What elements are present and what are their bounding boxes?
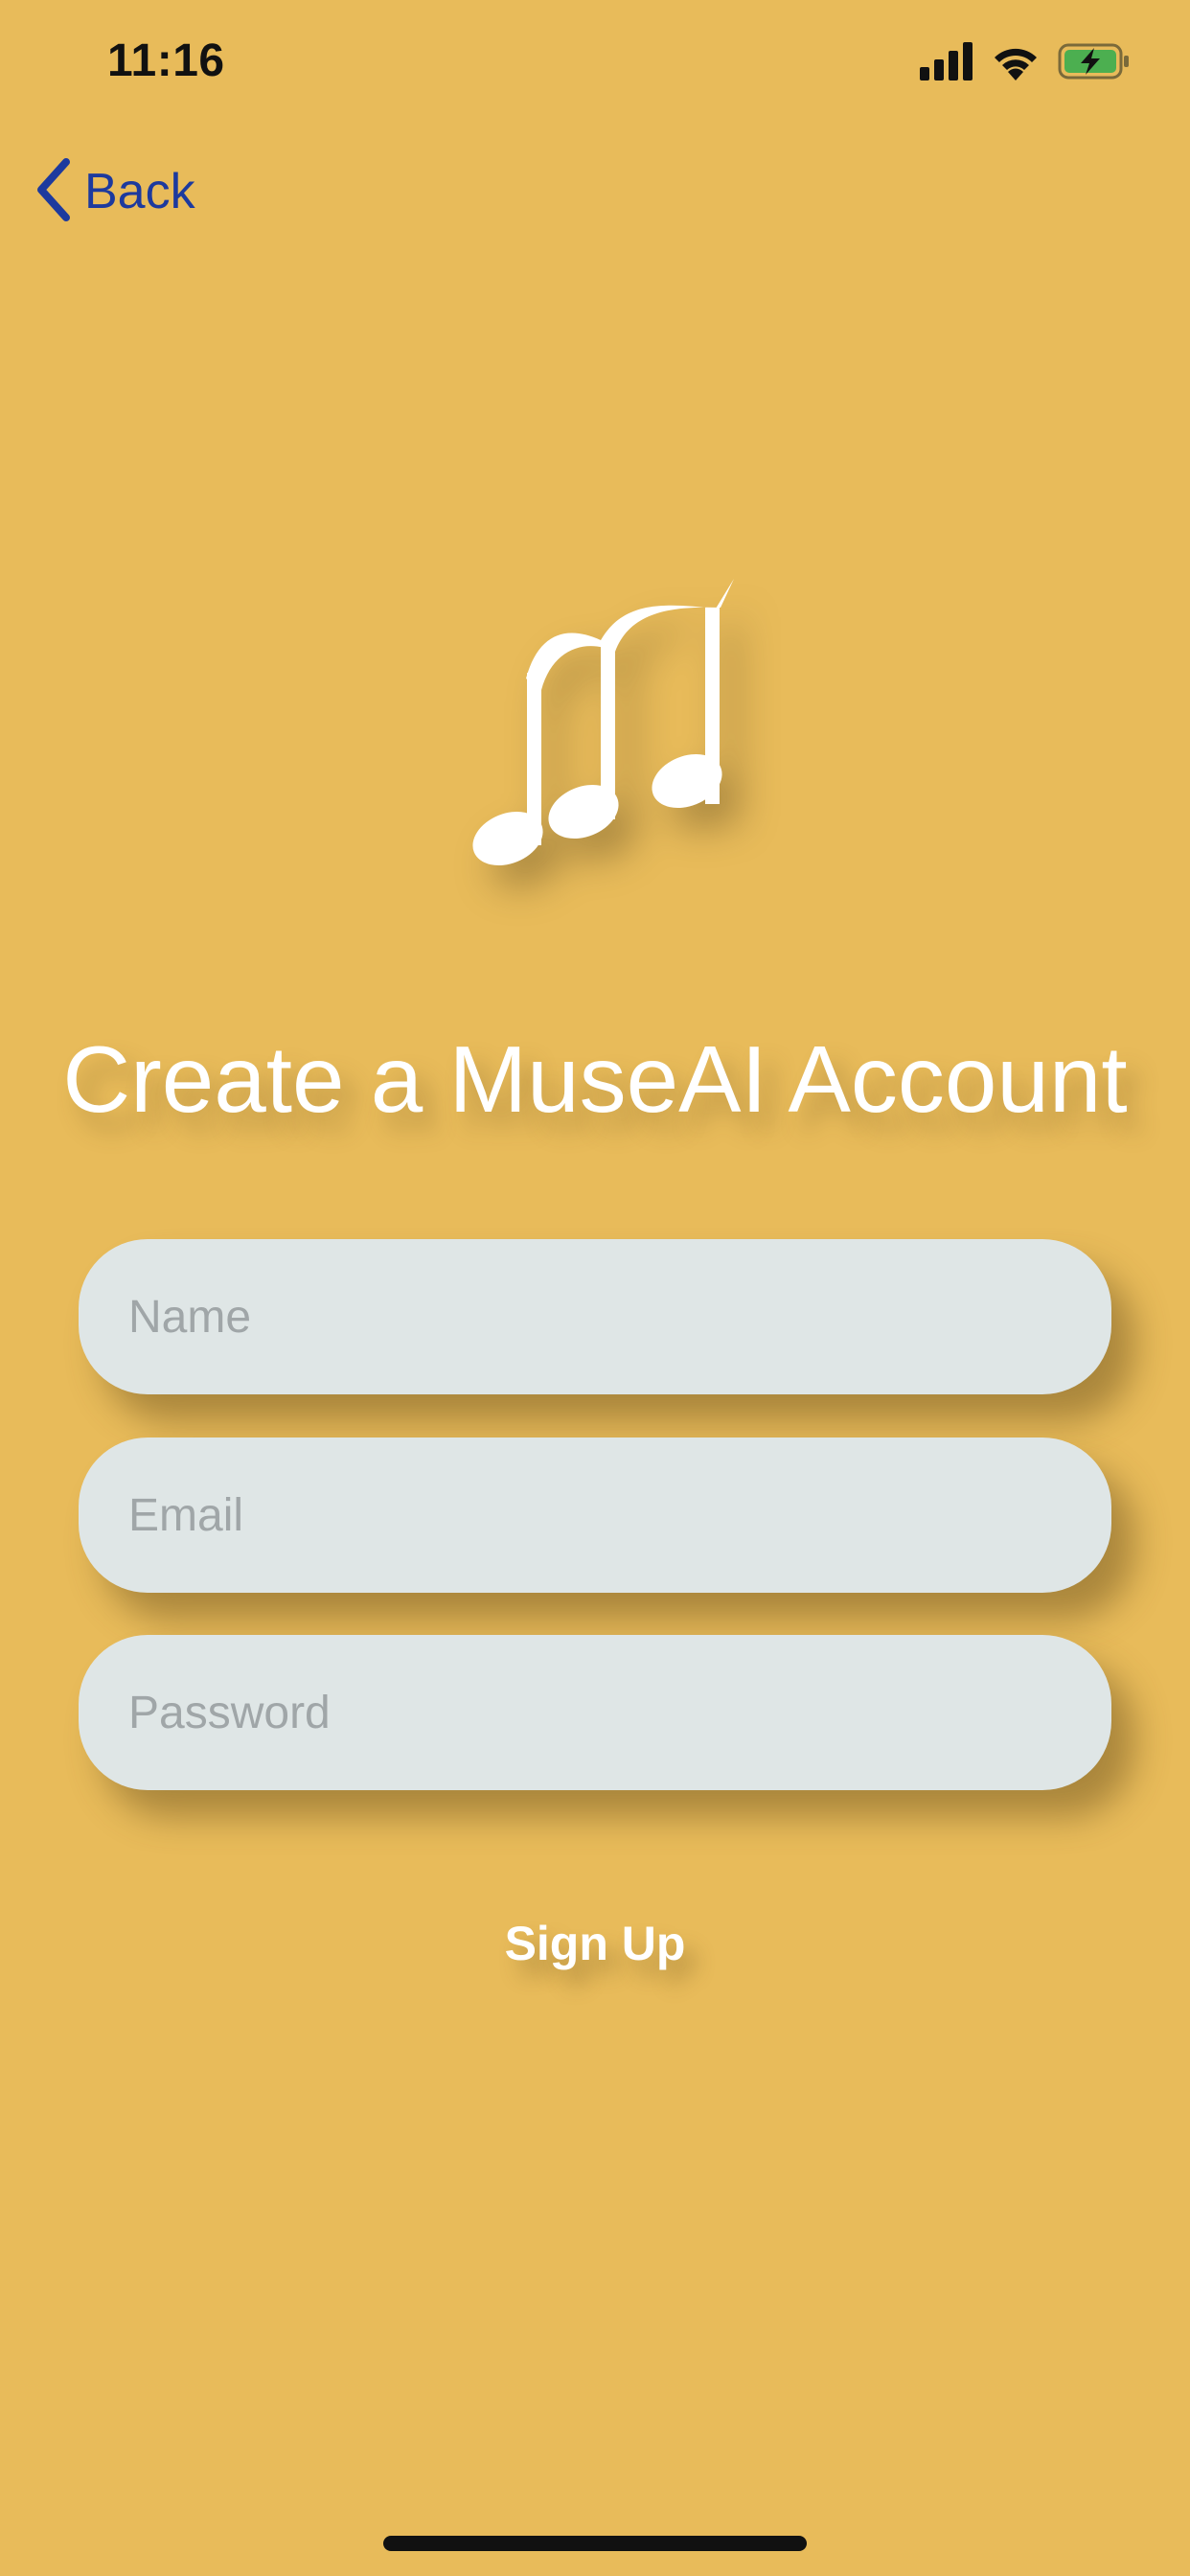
home-indicator[interactable] [383, 2536, 807, 2551]
password-field-container[interactable] [79, 1635, 1111, 1790]
wifi-icon [991, 42, 1041, 85]
status-bar: 11:16 [0, 0, 1190, 126]
sign-up-button[interactable]: Sign Up [451, 1898, 739, 1990]
name-field[interactable] [126, 1289, 1064, 1345]
page-title: Create a MuseAI Account [62, 1026, 1128, 1132]
status-time: 11:16 [107, 35, 225, 86]
chevron-left-icon [34, 157, 73, 226]
email-field-container[interactable] [79, 1438, 1111, 1593]
battery-charging-icon [1058, 42, 1131, 85]
name-field-container[interactable] [79, 1239, 1111, 1394]
cellular-signal-icon [920, 42, 973, 85]
back-button[interactable]: Back [34, 153, 195, 230]
password-field[interactable] [126, 1685, 1064, 1740]
music-notes-icon [433, 565, 778, 891]
status-icons [920, 42, 1131, 85]
back-label: Back [84, 164, 195, 219]
email-field[interactable] [126, 1487, 1064, 1543]
